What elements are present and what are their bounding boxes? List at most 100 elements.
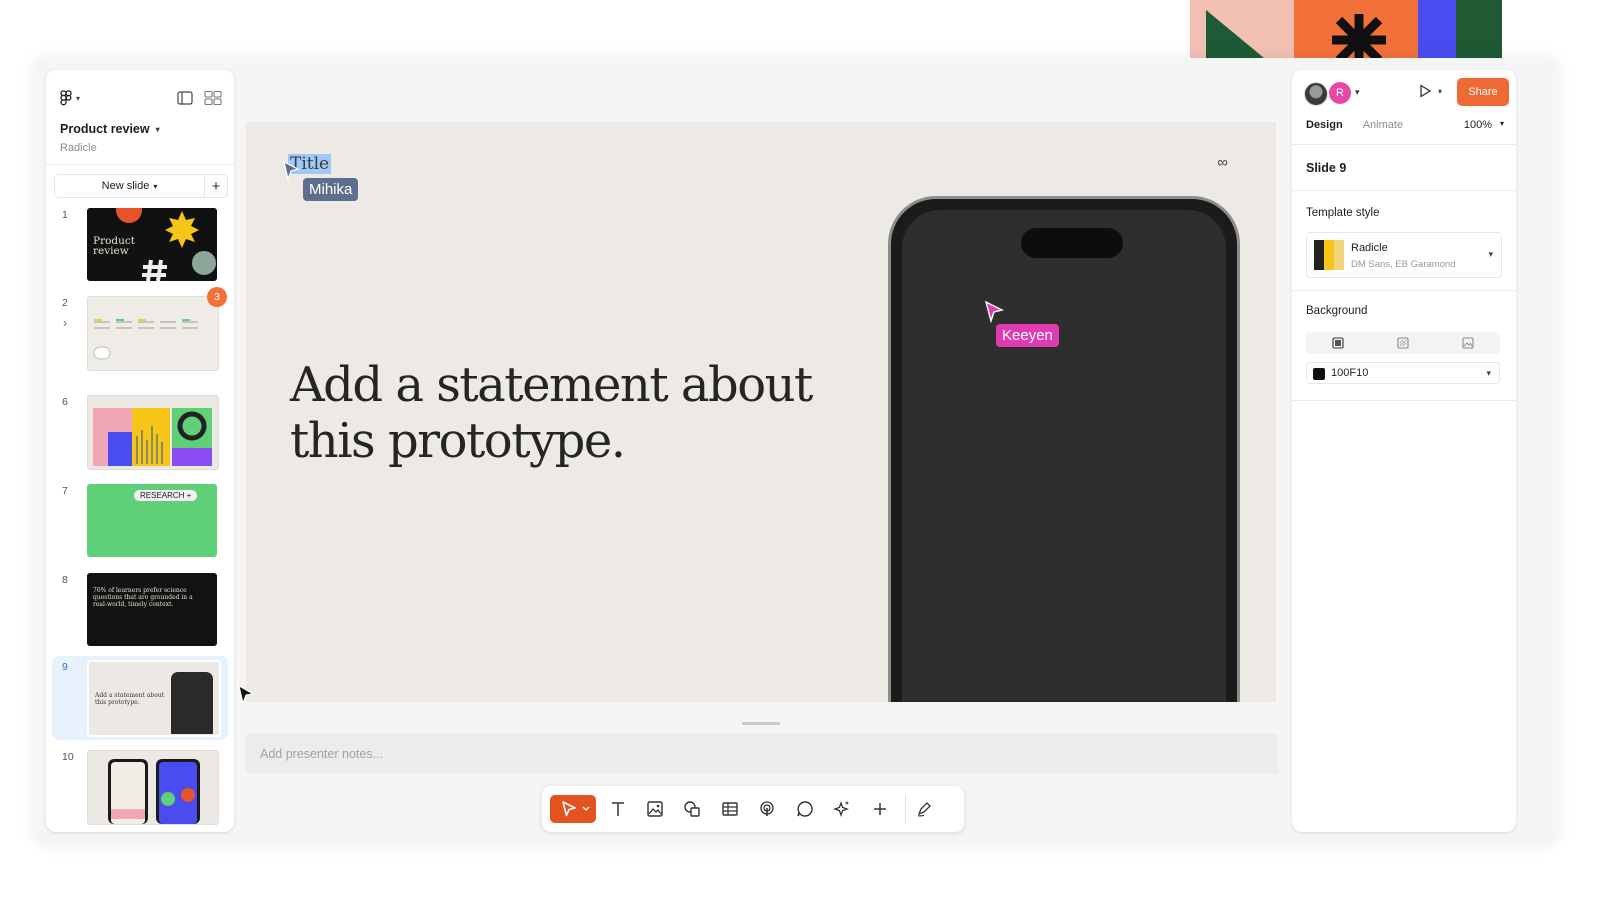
chevron-down-icon: ▾	[1488, 249, 1493, 259]
cursor-arrow-icon	[562, 801, 590, 817]
slide-list-item[interactable]: 1 Product review	[52, 204, 228, 284]
slide-thumbnail[interactable]	[87, 395, 219, 470]
present-button[interactable]: ▾	[1418, 84, 1442, 98]
bg-gradient-option[interactable]	[1371, 332, 1436, 354]
slide-thumbnail[interactable]: Add a statement about this prototype.	[87, 660, 221, 737]
figma-logo-icon	[60, 90, 72, 106]
add-tool-button[interactable]	[866, 795, 894, 823]
slide-thumbnail[interactable]	[87, 296, 219, 371]
slide-list-item-selected[interactable]: 9 Add a statement about this prototype.	[52, 656, 228, 740]
phones-preview	[108, 759, 200, 824]
template-fonts: DM Sans, EB Garamond	[1351, 259, 1456, 270]
chevron-down-icon: ▾	[155, 124, 160, 134]
slide-number: 10	[62, 751, 74, 763]
thumbnail-text: 76% of learners prefer science questions…	[93, 587, 193, 608]
shapes-icon	[684, 801, 700, 817]
comment-count-badge[interactable]: 3	[207, 287, 227, 307]
ai-tool-button[interactable]	[828, 795, 856, 823]
divider	[1292, 290, 1516, 291]
divider	[1292, 144, 1516, 145]
comment-icon	[797, 801, 813, 817]
slide-thumbnail[interactable]: Product review	[87, 208, 217, 281]
solid-fill-icon	[1332, 337, 1344, 349]
zoom-dropdown[interactable]: 100% ▾	[1464, 119, 1504, 131]
properties-panel: R ▾ ▾ Share Design Animate 100% ▾ Slide …	[1292, 70, 1516, 832]
gradient-fill-icon	[1397, 337, 1409, 349]
avatar[interactable]	[1304, 82, 1328, 106]
divider	[46, 164, 234, 165]
phone-mockup[interactable]	[888, 196, 1240, 702]
tab-animate[interactable]: Animate	[1363, 119, 1403, 131]
shape-tool-button[interactable]	[678, 795, 706, 823]
table-preview	[93, 319, 198, 360]
move-tool-button[interactable]	[550, 795, 596, 823]
touch-icon	[760, 801, 774, 816]
chevron-down-icon: ▾	[1438, 86, 1443, 96]
panel-tabs: Design Animate	[1306, 119, 1403, 131]
infinity-icon[interactable]: ∞	[1217, 154, 1228, 171]
sparkle-icon	[833, 801, 849, 817]
bottom-toolbar	[542, 786, 964, 832]
collaborator-name-tag: Keeyen	[996, 324, 1059, 347]
slide-statement-text[interactable]: Add a statement about this prototype.	[290, 357, 850, 469]
slide-number: 8	[62, 574, 68, 586]
table-tool-button[interactable]	[716, 795, 744, 823]
app-window: ▾ Product review ▾ Radicle New slide ▾ +…	[34, 58, 1558, 844]
tab-design[interactable]: Design	[1306, 119, 1343, 131]
slide-canvas[interactable]: Title Mihika Add a statement about this …	[246, 122, 1276, 702]
add-slide-button[interactable]: +	[205, 175, 227, 197]
template-style-picker[interactable]: Radicle DM Sans, EB Garamond ▾	[1306, 232, 1502, 278]
slide-thumbnail[interactable]: 76% of learners prefer science questions…	[87, 573, 217, 646]
slide-list-item[interactable]: 6	[52, 391, 228, 471]
divider	[1292, 190, 1516, 191]
slide-list-item[interactable]: 7 RESEARCH +	[52, 480, 228, 560]
image-icon	[647, 801, 663, 817]
interaction-tool-button[interactable]	[753, 795, 781, 823]
slide-thumbnail[interactable]: RESEARCH +	[87, 484, 217, 557]
slides-sidebar: ▾ Product review ▾ Radicle New slide ▾ +…	[46, 70, 234, 832]
team-name: Radicle	[60, 142, 97, 154]
slide-list-item[interactable]: 2 › 3	[52, 287, 228, 372]
plus-icon: +	[211, 177, 221, 195]
notes-resize-handle[interactable]	[742, 722, 780, 725]
chevron-right-icon[interactable]: ›	[63, 316, 67, 330]
bg-solid-option[interactable]	[1306, 332, 1371, 354]
table-icon	[722, 802, 738, 816]
chevron-down-icon: ▾	[76, 93, 81, 103]
thumbnail-text: Add a statement about this prototype.	[95, 692, 165, 706]
image-tool-button[interactable]	[641, 795, 669, 823]
collaborator-cursor-icon	[283, 160, 300, 182]
file-title-menu[interactable]: Product review ▾	[60, 122, 160, 136]
template-style-heading: Template style	[1306, 207, 1380, 219]
bg-image-option[interactable]	[1435, 332, 1500, 354]
slide-number: 2	[62, 297, 68, 309]
mouse-pointer-icon	[238, 684, 255, 705]
avatar[interactable]: R	[1329, 82, 1351, 104]
slide-number: 7	[62, 485, 68, 497]
image-fill-icon	[1462, 337, 1474, 349]
text-tool-button[interactable]	[604, 795, 632, 823]
dynamic-island	[1021, 228, 1123, 258]
slide-thumbnail[interactable]	[87, 750, 219, 825]
zoom-level: 100%	[1463, 119, 1492, 131]
comment-tool-button[interactable]	[791, 795, 819, 823]
background-type-selector	[1306, 332, 1500, 354]
slide-list-item[interactable]: 8 76% of learners prefer science questio…	[52, 569, 228, 649]
new-slide-label: New slide	[101, 180, 150, 192]
annotate-tool-button[interactable]	[910, 795, 938, 823]
new-slide-group: New slide ▾ +	[54, 174, 228, 198]
chevron-down-icon[interactable]: ▾	[1355, 87, 1360, 98]
slide-list-item[interactable]: 10	[52, 746, 228, 826]
toolbar-divider	[905, 794, 906, 824]
main-menu-button[interactable]: ▾	[60, 90, 80, 106]
single-view-icon[interactable]	[176, 90, 194, 106]
presenter-notes-input[interactable]	[246, 734, 1278, 774]
brand-banner	[1190, 0, 1502, 58]
share-button[interactable]: Share	[1457, 78, 1509, 106]
selected-slide-label: Slide 9	[1306, 161, 1347, 175]
grid-view-icon[interactable]	[204, 90, 222, 106]
new-slide-button[interactable]: New slide ▾	[55, 175, 205, 197]
play-icon	[1420, 84, 1432, 98]
background-color-value: 100F10	[1331, 367, 1369, 379]
background-color-field[interactable]: 100F10 ▾	[1306, 362, 1500, 384]
